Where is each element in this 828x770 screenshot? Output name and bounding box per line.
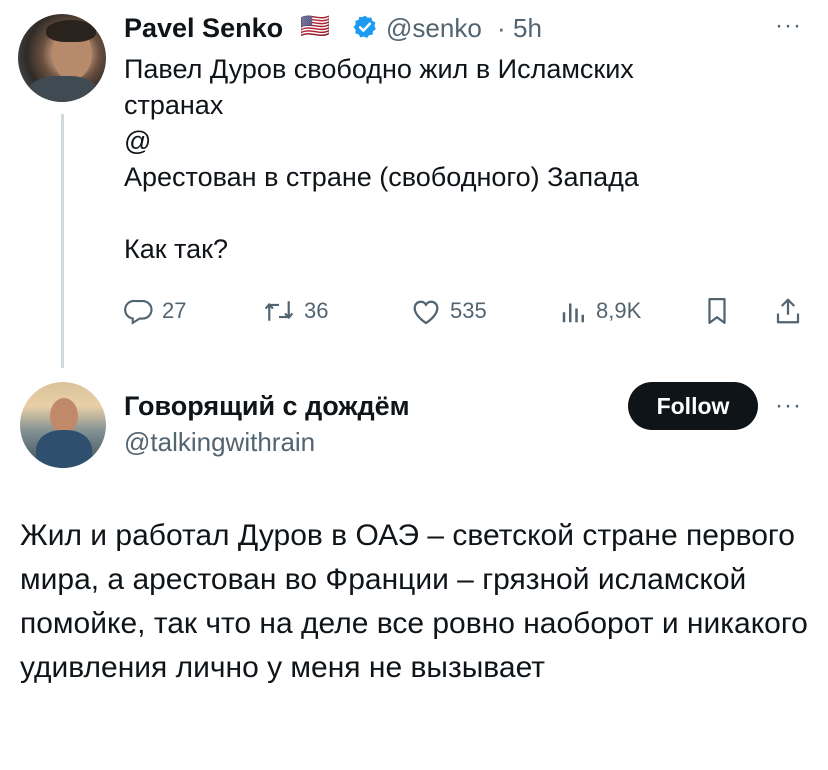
reply-text: Жил и работал Дуров в ОАЭ – светской стр…: [20, 519, 808, 684]
views-count: 8,9K: [596, 298, 642, 323]
reply-count: 27: [162, 298, 187, 323]
reply-author-name[interactable]: Говорящий с дождём: [124, 391, 410, 422]
separator-dot: ·: [497, 13, 506, 43]
author-name[interactable]: Pavel Senko: [124, 13, 283, 44]
share-icon: [774, 296, 802, 326]
views-icon: [560, 296, 588, 326]
us-flag-icon: 🇺🇸: [300, 13, 330, 40]
verified-badge-icon: [352, 14, 378, 45]
avatar-pavel-senko[interactable]: [18, 14, 106, 102]
reply-author-handle[interactable]: @talkingwithrain: [124, 427, 315, 458]
reply-button[interactable]: 27: [124, 296, 186, 326]
share-button[interactable]: [774, 296, 802, 326]
thread-line: [61, 114, 64, 368]
tweet-text: Павел Дуров свободно жил в Исламских стр…: [124, 54, 639, 264]
more-icon[interactable]: ···: [775, 12, 802, 40]
reply-icon: [124, 296, 154, 326]
reply-more-icon[interactable]: ···: [775, 392, 802, 420]
author-handle[interactable]: @senko: [386, 13, 482, 44]
like-button[interactable]: 535: [410, 296, 487, 326]
avatar-talkingwithrain[interactable]: [20, 382, 106, 468]
timestamp[interactable]: 5h: [513, 13, 542, 44]
follow-button[interactable]: Follow: [628, 382, 758, 430]
repost-button[interactable]: 36: [262, 296, 328, 326]
repost-count: 36: [304, 298, 329, 323]
like-icon: [410, 296, 442, 326]
like-count: 535: [450, 298, 487, 323]
repost-icon: [262, 296, 296, 326]
bookmark-icon: [704, 296, 730, 326]
bookmark-button[interactable]: [704, 296, 730, 326]
views-button[interactable]: 8,9K: [560, 296, 641, 326]
